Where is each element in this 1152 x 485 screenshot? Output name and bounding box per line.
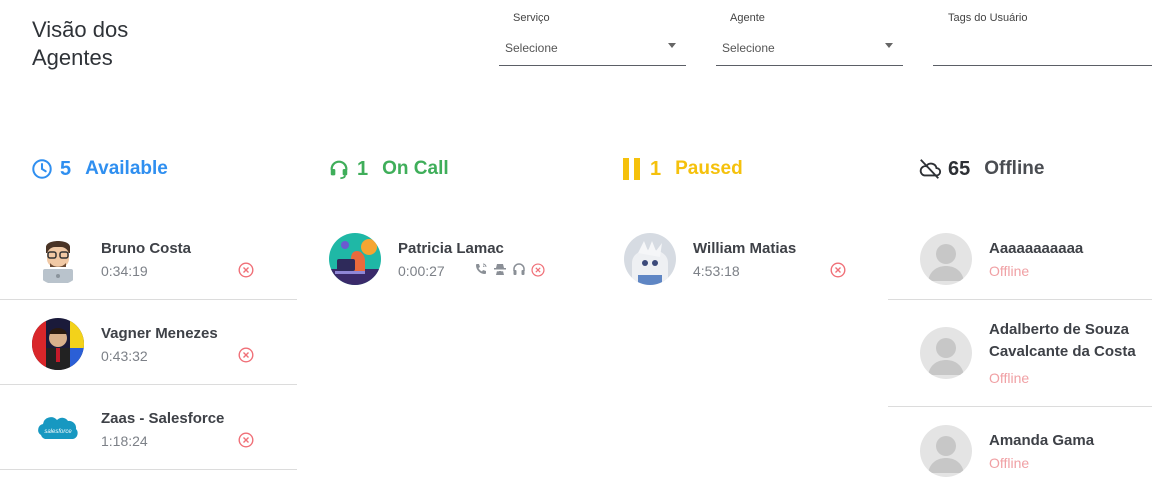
remove-icon[interactable]	[531, 262, 545, 277]
agente-value: Selecione	[722, 41, 775, 55]
avatar	[329, 233, 381, 285]
agent-name: Bruno Costa	[101, 240, 191, 257]
default-avatar-icon	[920, 327, 972, 379]
agent-time: 4:53:18	[693, 263, 740, 279]
agent-time: 0:00:27	[398, 263, 445, 279]
agent-name: Amanda Gama	[989, 432, 1095, 449]
offline-column: Aaaaaaaaaaa Offline Adalberto de Souza C…	[888, 215, 1152, 485]
agent-card[interactable]: Patricia Lamac 0:00:27	[297, 215, 592, 300]
agent-card[interactable]: Vagner Menezes 0:43:32	[0, 300, 297, 385]
offline-label: Offline	[984, 158, 1045, 179]
page-title: Visão dos Agentes	[32, 17, 129, 70]
tags-label: Tags do Usuário	[948, 12, 1028, 24]
tags-input[interactable]: Tags do Usuário	[933, 10, 1152, 66]
agent-card[interactable]: Aaaaaaaaaaa Offline	[888, 215, 1152, 300]
agent-status: Offline	[989, 263, 1030, 279]
avatar	[32, 233, 84, 285]
agent-card[interactable]: Adalberto de Souza Cavalcante da Costa O…	[888, 300, 1152, 407]
agent-name: Aaaaaaaaaaa	[989, 240, 1084, 257]
remove-icon[interactable]	[238, 432, 254, 448]
oncall-header: 1 On Call	[327, 152, 449, 186]
agent-name: William Matias	[693, 240, 797, 257]
agent-card[interactable]: Amanda Gama Offline	[888, 407, 1152, 485]
agente-select[interactable]: Agente Selecione	[716, 10, 903, 66]
paused-label: Paused	[675, 158, 743, 179]
avatar	[32, 318, 84, 370]
clock-icon	[30, 157, 54, 181]
agent-name: Vagner Menezes	[101, 325, 218, 342]
servico-select[interactable]: Serviço Selecione	[499, 10, 686, 66]
available-column: Bruno Costa 0:34:19 Vagner Menezes 0:43:…	[0, 215, 297, 470]
caret-down-icon[interactable]	[668, 43, 676, 48]
agent-card[interactable]: Bruno Costa 0:34:19	[0, 215, 297, 300]
agente-label: Agente	[730, 12, 765, 24]
paused-header: 1 Paused	[620, 152, 743, 186]
svg-text:salesforce: salesforce	[44, 429, 72, 435]
headset-icon	[327, 157, 351, 181]
agent-card[interactable]: William Matias 4:53:18	[592, 215, 888, 300]
available-count: 5	[60, 157, 72, 180]
oncall-count: 1	[357, 157, 369, 180]
agent-status: Offline	[989, 370, 1030, 386]
available-label: Available	[85, 158, 168, 179]
agent-name: Adalberto de Souza Cavalcante da Costa	[989, 321, 1136, 360]
call-controls	[474, 262, 545, 277]
agent-status: Offline	[989, 455, 1030, 471]
spy-icon[interactable]	[493, 262, 507, 276]
agent-time: 1:18:24	[101, 433, 148, 449]
servico-label: Serviço	[513, 12, 550, 24]
offline-count: 65	[948, 157, 971, 180]
remove-icon[interactable]	[238, 347, 254, 363]
paused-column: William Matias 4:53:18	[592, 215, 888, 300]
pause-icon	[620, 157, 644, 181]
agent-card[interactable]: salesforce Zaas - Salesforce 1:18:24	[0, 385, 297, 470]
oncall-label: On Call	[382, 158, 449, 179]
avatar	[624, 233, 676, 285]
salesforce-logo: salesforce	[32, 403, 84, 455]
phone-ring-icon[interactable]	[474, 262, 488, 276]
cloud-off-icon	[918, 157, 942, 181]
agent-name: Patricia Lamac	[398, 240, 504, 257]
oncall-column: Patricia Lamac 0:00:27	[297, 215, 592, 300]
default-avatar-icon	[920, 233, 972, 285]
remove-icon[interactable]	[830, 262, 846, 278]
remove-icon[interactable]	[238, 262, 254, 278]
available-header: 5 Available	[30, 152, 168, 186]
agent-time: 0:43:32	[101, 348, 148, 364]
offline-header: 65 Offline	[918, 152, 1044, 186]
agent-time: 0:34:19	[101, 263, 148, 279]
caret-down-icon[interactable]	[885, 43, 893, 48]
headphones-icon[interactable]	[512, 262, 526, 276]
agent-name: Zaas - Salesforce	[101, 410, 225, 427]
default-avatar-icon	[920, 425, 972, 477]
servico-value: Selecione	[505, 41, 558, 55]
paused-count: 1	[650, 157, 662, 180]
